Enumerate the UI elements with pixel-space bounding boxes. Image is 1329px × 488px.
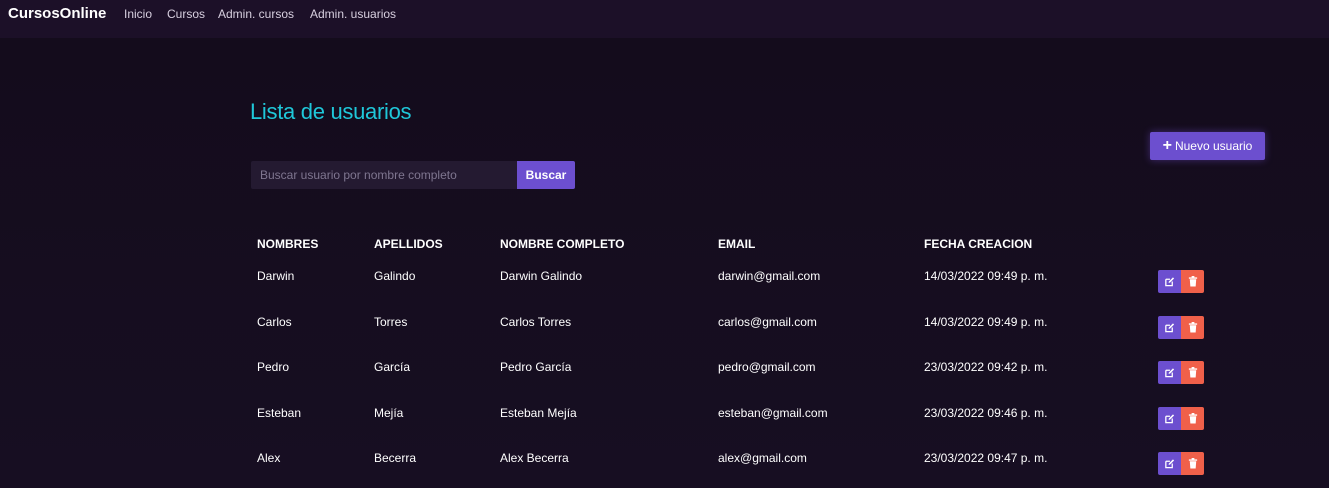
cell-fecha-creacion: 14/03/2022 09:49 p. m. (924, 269, 1048, 283)
cell-email: esteban@gmail.com (718, 405, 828, 420)
edit-icon (1164, 276, 1175, 287)
nav-link-cursos[interactable]: Cursos (167, 7, 205, 21)
cell-nombres: Esteban (257, 405, 302, 420)
cell-nombres: Alex (257, 451, 281, 465)
edit-button[interactable] (1158, 270, 1181, 293)
edit-icon (1164, 413, 1175, 424)
nav-link-inicio[interactable]: Inicio (124, 7, 152, 21)
edit-button[interactable] (1158, 315, 1181, 339)
edit-button[interactable] (1158, 406, 1181, 430)
cell-nombre-completo: Carlos Torres (500, 314, 572, 329)
delete-button[interactable] (1181, 315, 1204, 339)
header-nombre-completo: NOMBRE COMPLETO (500, 237, 625, 251)
cell-apellidos: Mejía (374, 405, 404, 420)
cell-apellidos: Torres (374, 314, 408, 329)
cell-apellidos: Galindo (374, 269, 416, 283)
search-button[interactable]: Buscar (517, 161, 575, 189)
delete-button[interactable] (1181, 361, 1204, 384)
edit-icon (1164, 458, 1175, 469)
delete-button[interactable] (1181, 270, 1204, 293)
new-user-button-label: Nuevo usuario (1174, 139, 1253, 153)
nav-link-admin-cursos[interactable]: Admin. cursos (218, 7, 294, 21)
cell-nombres: Carlos (257, 314, 292, 329)
trash-icon (1188, 367, 1198, 378)
edit-button[interactable] (1158, 452, 1181, 475)
main-content (0, 38, 1329, 488)
cell-nombre-completo: Pedro García (500, 360, 572, 374)
navbar: CursosOnline Inicio Cursos Admin. cursos… (0, 0, 1329, 38)
delete-button[interactable] (1181, 406, 1204, 430)
trash-icon (1188, 458, 1198, 469)
header-nombres: NOMBRES (257, 237, 319, 251)
edit-button[interactable] (1158, 361, 1181, 384)
nav-link-admin-usuarios[interactable]: Admin. usuarios (310, 7, 396, 21)
cell-apellidos: Becerra (374, 451, 417, 465)
brand-logo[interactable]: CursosOnline (8, 5, 106, 22)
trash-icon (1188, 321, 1198, 333)
trash-icon (1188, 412, 1198, 424)
edit-icon (1164, 322, 1175, 333)
header-fecha-creacion: FECHA CREACION (924, 237, 1033, 251)
cell-nombre-completo: Alex Becerra (500, 451, 569, 465)
cell-nombres: Darwin (257, 269, 295, 283)
cell-fecha-creacion: 23/03/2022 09:46 p. m. (924, 405, 1048, 420)
edit-icon (1164, 367, 1175, 378)
cell-email: pedro@gmail.com (718, 360, 816, 374)
cell-fecha-creacion: 23/03/2022 09:42 p. m. (924, 360, 1048, 374)
new-user-button[interactable]: + Nuevo usuario (1150, 132, 1265, 160)
cell-fecha-creacion: 23/03/2022 09:47 p. m. (924, 451, 1048, 465)
plus-icon: + (1162, 137, 1172, 154)
cell-email: alex@gmail.com (718, 451, 807, 465)
cell-email: carlos@gmail.com (718, 314, 817, 329)
trash-icon (1188, 276, 1198, 287)
cell-apellidos: García (374, 360, 411, 374)
cell-fecha-creacion: 14/03/2022 09:49 p. m. (924, 314, 1048, 329)
delete-button[interactable] (1181, 452, 1204, 475)
header-email: EMAIL (718, 237, 756, 251)
header-apellidos: APELLIDOS (374, 237, 443, 251)
cell-nombre-completo: Darwin Galindo (500, 269, 583, 283)
cell-nombre-completo: Esteban Mejía (500, 405, 577, 420)
search-input[interactable] (251, 161, 517, 189)
cell-nombres: Pedro (257, 360, 290, 374)
cell-email: darwin@gmail.com (718, 269, 821, 283)
page-title: Lista de usuarios (250, 99, 412, 124)
